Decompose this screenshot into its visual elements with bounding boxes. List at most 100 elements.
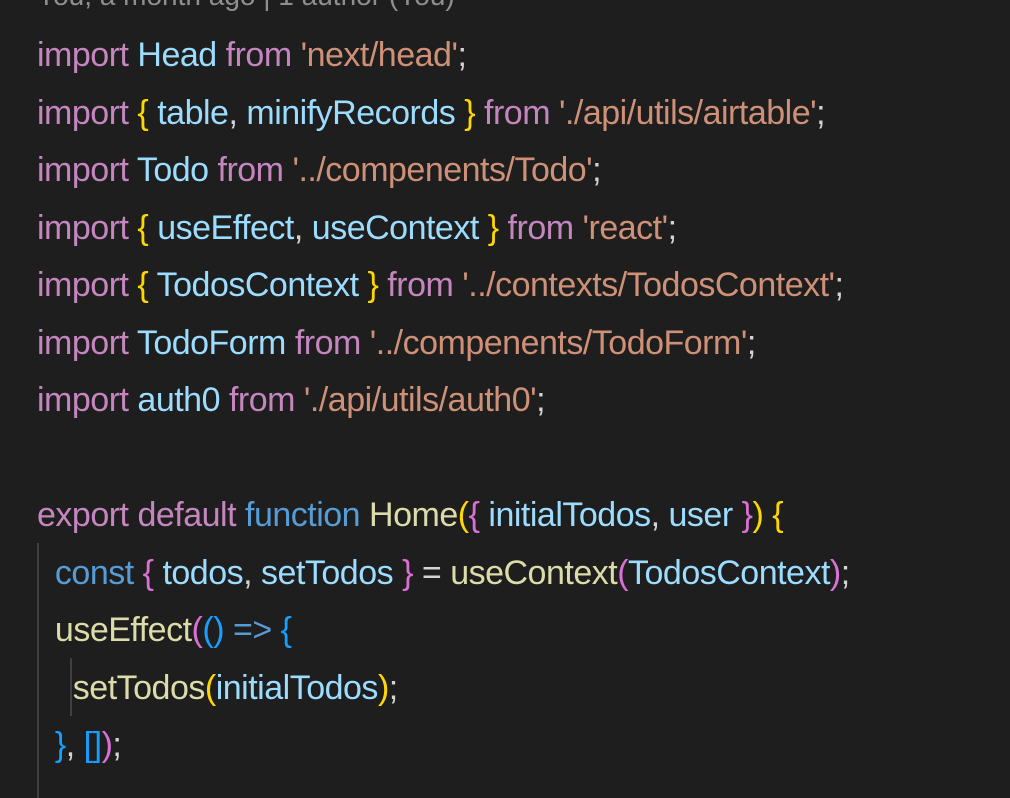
code-token: import [37, 381, 129, 419]
code-token: { [468, 496, 480, 534]
code-line[interactable]: import { useEffect, useContext } from 'r… [37, 208, 677, 248]
code-token: setTodos [72, 669, 206, 707]
code-token: , [650, 496, 669, 534]
code-line[interactable]: export default function Home({ initialTo… [37, 495, 784, 535]
code-token: TodosContext [628, 554, 830, 592]
code-token: useContext [450, 554, 618, 592]
code-token: ( [191, 611, 203, 649]
code-line[interactable]: import Head from 'next/head'; [37, 35, 467, 75]
code-token: } [402, 554, 413, 592]
code-token: user [668, 496, 734, 534]
code-token: ; [388, 669, 398, 707]
code-token: default [137, 496, 237, 534]
code-token: ; [834, 266, 844, 304]
code-token: , [293, 209, 312, 247]
code-token: () [202, 611, 225, 649]
code-token: ( [204, 669, 216, 707]
code-token: useEffect [54, 611, 192, 649]
code-line[interactable]: import TodoForm from '../compenents/Todo… [37, 323, 756, 363]
code-line[interactable]: const { todos, setTodos } = useContext(T… [37, 553, 850, 593]
code-token: function [245, 496, 361, 534]
code-token: } [464, 94, 476, 132]
code-line[interactable]: useEffect(() => { [37, 610, 292, 650]
code-token: ) [377, 669, 389, 707]
code-token: { [772, 496, 784, 534]
code-token: import [37, 324, 129, 362]
code-editor[interactable]: You, a month ago | 1 author (You) import… [0, 0, 1010, 798]
code-line[interactable]: setTodos(initialTodos); [37, 668, 398, 708]
code-token: } [367, 266, 379, 304]
code-token: } [487, 209, 499, 247]
code-token: from [484, 94, 551, 132]
code-token: ) [829, 554, 841, 592]
code-token: '../compenents/TodoForm' [369, 324, 748, 362]
code-token: import [37, 151, 129, 189]
code-token: ) [752, 496, 764, 534]
code-token: 'react' [582, 209, 669, 247]
code-token: Todo [136, 151, 209, 189]
code-token: '../contexts/TodosContext' [462, 266, 835, 304]
code-token: ; [592, 151, 602, 189]
code-token: Home [369, 496, 458, 534]
code-token: minifyRecords [246, 94, 456, 132]
code-token: table [157, 94, 229, 132]
code-line[interactable]: import { table, minifyRecords } from './… [37, 93, 826, 133]
code-token: './api/utils/auth0' [303, 381, 537, 419]
code-token: ; [840, 554, 850, 592]
code-token: todos [162, 554, 244, 592]
code-token: { [137, 266, 149, 304]
code-token: ( [457, 496, 469, 534]
code-token: ) [101, 726, 113, 764]
code-token: useEffect [157, 209, 294, 247]
code-token: [] [83, 726, 102, 764]
code-token: import [37, 209, 129, 247]
code-line[interactable]: import { TodosContext } from '../context… [37, 265, 844, 305]
code-token: , [65, 726, 84, 764]
code-line[interactable]: }, []); [37, 725, 122, 765]
code-token: } [54, 726, 66, 764]
code-token: from [294, 324, 362, 362]
code-token: from [387, 266, 454, 304]
code-token: import [37, 36, 129, 74]
code-line[interactable]: import Todo from '../compenents/Todo'; [37, 150, 602, 190]
code-token: from [507, 209, 575, 247]
code-token: , [243, 554, 262, 592]
git-blame-codelens[interactable]: You, a month ago | 1 author (You) [37, 0, 455, 11]
code-token: from [217, 151, 285, 189]
code-token: setTodos [261, 554, 394, 592]
code-line[interactable]: import auth0 from './api/utils/auth0'; [37, 380, 546, 420]
code-token: , [228, 94, 247, 132]
code-token: 'next/head' [300, 36, 458, 74]
code-token: { [280, 611, 292, 649]
code-token: ; [112, 726, 122, 764]
code-token: Head [137, 36, 217, 74]
code-token: '../compenents/Todo' [292, 151, 593, 189]
code-token: { [137, 94, 149, 132]
code-token: { [137, 209, 149, 247]
code-token: } [741, 496, 753, 534]
